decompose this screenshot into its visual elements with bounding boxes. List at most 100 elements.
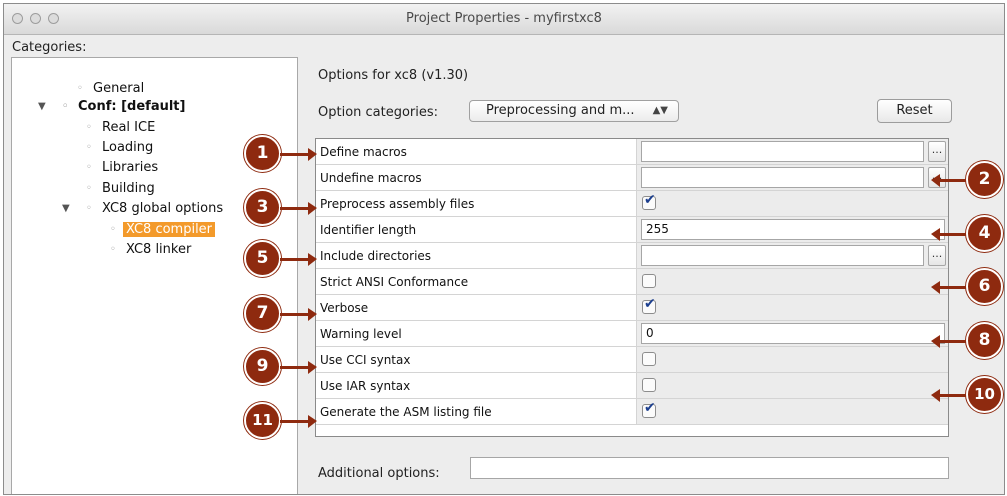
cci-syntax-checkbox[interactable]: [642, 352, 656, 366]
expand-triangle-icon[interactable]: ▼: [62, 200, 70, 217]
option-label: Undefine macros: [320, 171, 422, 185]
callout-badge: 3: [244, 189, 281, 226]
tree-item-building[interactable]: ◦ Building: [86, 180, 155, 197]
option-label: Warning level: [320, 327, 402, 341]
tree-item-label: Loading: [102, 140, 154, 155]
callout-badge: 11: [244, 402, 281, 439]
define-macros-browse-button[interactable]: ...: [928, 141, 946, 162]
bullet-icon: ◦: [86, 203, 92, 214]
option-value-cell: [636, 373, 948, 398]
bullet-icon: ◦: [86, 183, 92, 194]
verbose-checkbox[interactable]: [642, 296, 656, 314]
tree-item-loading[interactable]: ◦ Loading: [86, 139, 154, 156]
callout-badge: 4: [966, 215, 1003, 252]
additional-options-label: Additional options:: [318, 466, 440, 481]
tree-item-label: XC8 compiler: [123, 222, 216, 237]
bullet-icon: ◦: [110, 244, 116, 255]
option-row-identifier-length: Identifier length 255: [316, 217, 948, 243]
option-categories-value: Preprocessing and m...: [486, 103, 635, 118]
updown-chevron-icon: ▲▼: [652, 105, 668, 116]
tree-item-label: General: [93, 81, 145, 96]
bullet-icon: ◦: [86, 142, 92, 153]
bullet-icon: ◦: [86, 162, 92, 173]
option-label: Define macros: [320, 145, 407, 159]
strict-ansi-checkbox[interactable]: [642, 274, 656, 288]
callout-arrow: [280, 415, 317, 428]
option-row-verbose: Verbose: [316, 295, 948, 321]
tree-item-label: Libraries: [102, 160, 159, 175]
option-label: Use CCI syntax: [320, 353, 411, 367]
categories-label: Categories:: [12, 40, 87, 55]
bullet-icon: ◦: [110, 224, 116, 235]
option-row-define-macros: Define macros ...: [316, 139, 948, 165]
option-row-iar-syntax: Use IAR syntax: [316, 373, 948, 399]
tree-item-general[interactable]: ◦ General: [77, 80, 145, 97]
callout-badge: 7: [244, 295, 281, 332]
tree-item-xc8-global-options[interactable]: ▼ ◦ XC8 global options: [62, 200, 224, 217]
option-label: Identifier length: [320, 223, 417, 237]
title-bar: Project Properties - myfirstxc8: [4, 4, 1004, 35]
option-row-preprocess-assembly: Preprocess assembly files: [316, 191, 948, 217]
option-label: Preprocess assembly files: [320, 197, 475, 211]
warning-level-field[interactable]: 0: [641, 323, 945, 344]
option-value-cell: [636, 399, 948, 424]
option-value-cell: [636, 347, 948, 372]
option-value-cell: ...: [636, 139, 948, 164]
callout-badge: 1: [244, 135, 281, 172]
option-label: Include directories: [320, 249, 432, 263]
callout-badge: 10: [966, 376, 1003, 413]
option-value-cell: 255: [636, 217, 948, 242]
callout-arrow: [280, 202, 317, 215]
callout-arrow: [931, 389, 966, 402]
option-value-cell: [636, 295, 948, 320]
option-label: Use IAR syntax: [320, 379, 411, 393]
option-label: Strict ANSI Conformance: [320, 275, 469, 289]
callout-badge: 5: [244, 240, 281, 277]
callout-arrow: [280, 308, 317, 321]
iar-syntax-checkbox[interactable]: [642, 378, 656, 392]
option-value-cell: [636, 191, 948, 216]
option-row-include-directories: Include directories ...: [316, 243, 948, 269]
tree-item-label: Real ICE: [102, 120, 156, 135]
include-directories-field[interactable]: [641, 245, 924, 266]
asm-listing-checkbox[interactable]: [642, 400, 656, 418]
option-label: Generate the ASM listing file: [320, 405, 492, 419]
option-categories-select[interactable]: Preprocessing and m... ▲▼: [469, 100, 679, 122]
bullet-icon: ◦: [86, 122, 92, 133]
callout-arrow: [280, 361, 317, 374]
tree-item-conf-default[interactable]: ▼ ◦ Conf: [default]: [38, 98, 186, 115]
option-value-cell: ...: [636, 243, 948, 268]
callout-arrow: [280, 148, 317, 161]
option-label: Verbose: [320, 301, 369, 315]
expand-triangle-icon[interactable]: ▼: [38, 98, 46, 115]
tree-item-label: Conf: [default]: [78, 99, 186, 114]
option-value-cell: 0: [636, 321, 948, 346]
callout-arrow: [931, 174, 966, 187]
include-directories-browse-button[interactable]: ...: [928, 245, 946, 266]
option-row-cci-syntax: Use CCI syntax: [316, 347, 948, 373]
option-categories-label: Option categories:: [318, 105, 439, 120]
callout-arrow: [931, 335, 966, 348]
options-table: Define macros ... Undefine macros ... Pr…: [315, 138, 949, 437]
tree-item-label: XC8 linker: [126, 242, 192, 257]
reset-button[interactable]: Reset: [877, 99, 952, 123]
bullet-icon: ◦: [62, 101, 69, 112]
option-row-asm-listing: Generate the ASM listing file: [316, 399, 948, 425]
callout-badge: 2: [966, 161, 1003, 198]
callout-badge: 8: [966, 322, 1003, 359]
define-macros-field[interactable]: [641, 141, 924, 162]
tree-item-xc8-compiler[interactable]: ◦ XC8 compiler: [110, 221, 216, 238]
preprocess-assembly-checkbox[interactable]: [642, 192, 656, 210]
tree-item-libraries[interactable]: ◦ Libraries: [86, 159, 159, 176]
additional-options-input[interactable]: [470, 457, 949, 479]
option-value-cell: [636, 269, 948, 294]
tree-item-xc8-linker[interactable]: ◦ XC8 linker: [110, 241, 192, 258]
option-row-strict-ansi: Strict ANSI Conformance: [316, 269, 948, 295]
undefine-macros-field[interactable]: [641, 167, 924, 188]
option-value-cell: ...: [636, 165, 948, 190]
identifier-length-field[interactable]: 255: [641, 219, 945, 240]
tree-item-label: XC8 global options: [102, 201, 224, 216]
options-header: Options for xc8 (v1.30): [318, 68, 469, 83]
option-row-warning-level: Warning level 0: [316, 321, 948, 347]
tree-item-real-ice[interactable]: ◦ Real ICE: [86, 119, 156, 136]
